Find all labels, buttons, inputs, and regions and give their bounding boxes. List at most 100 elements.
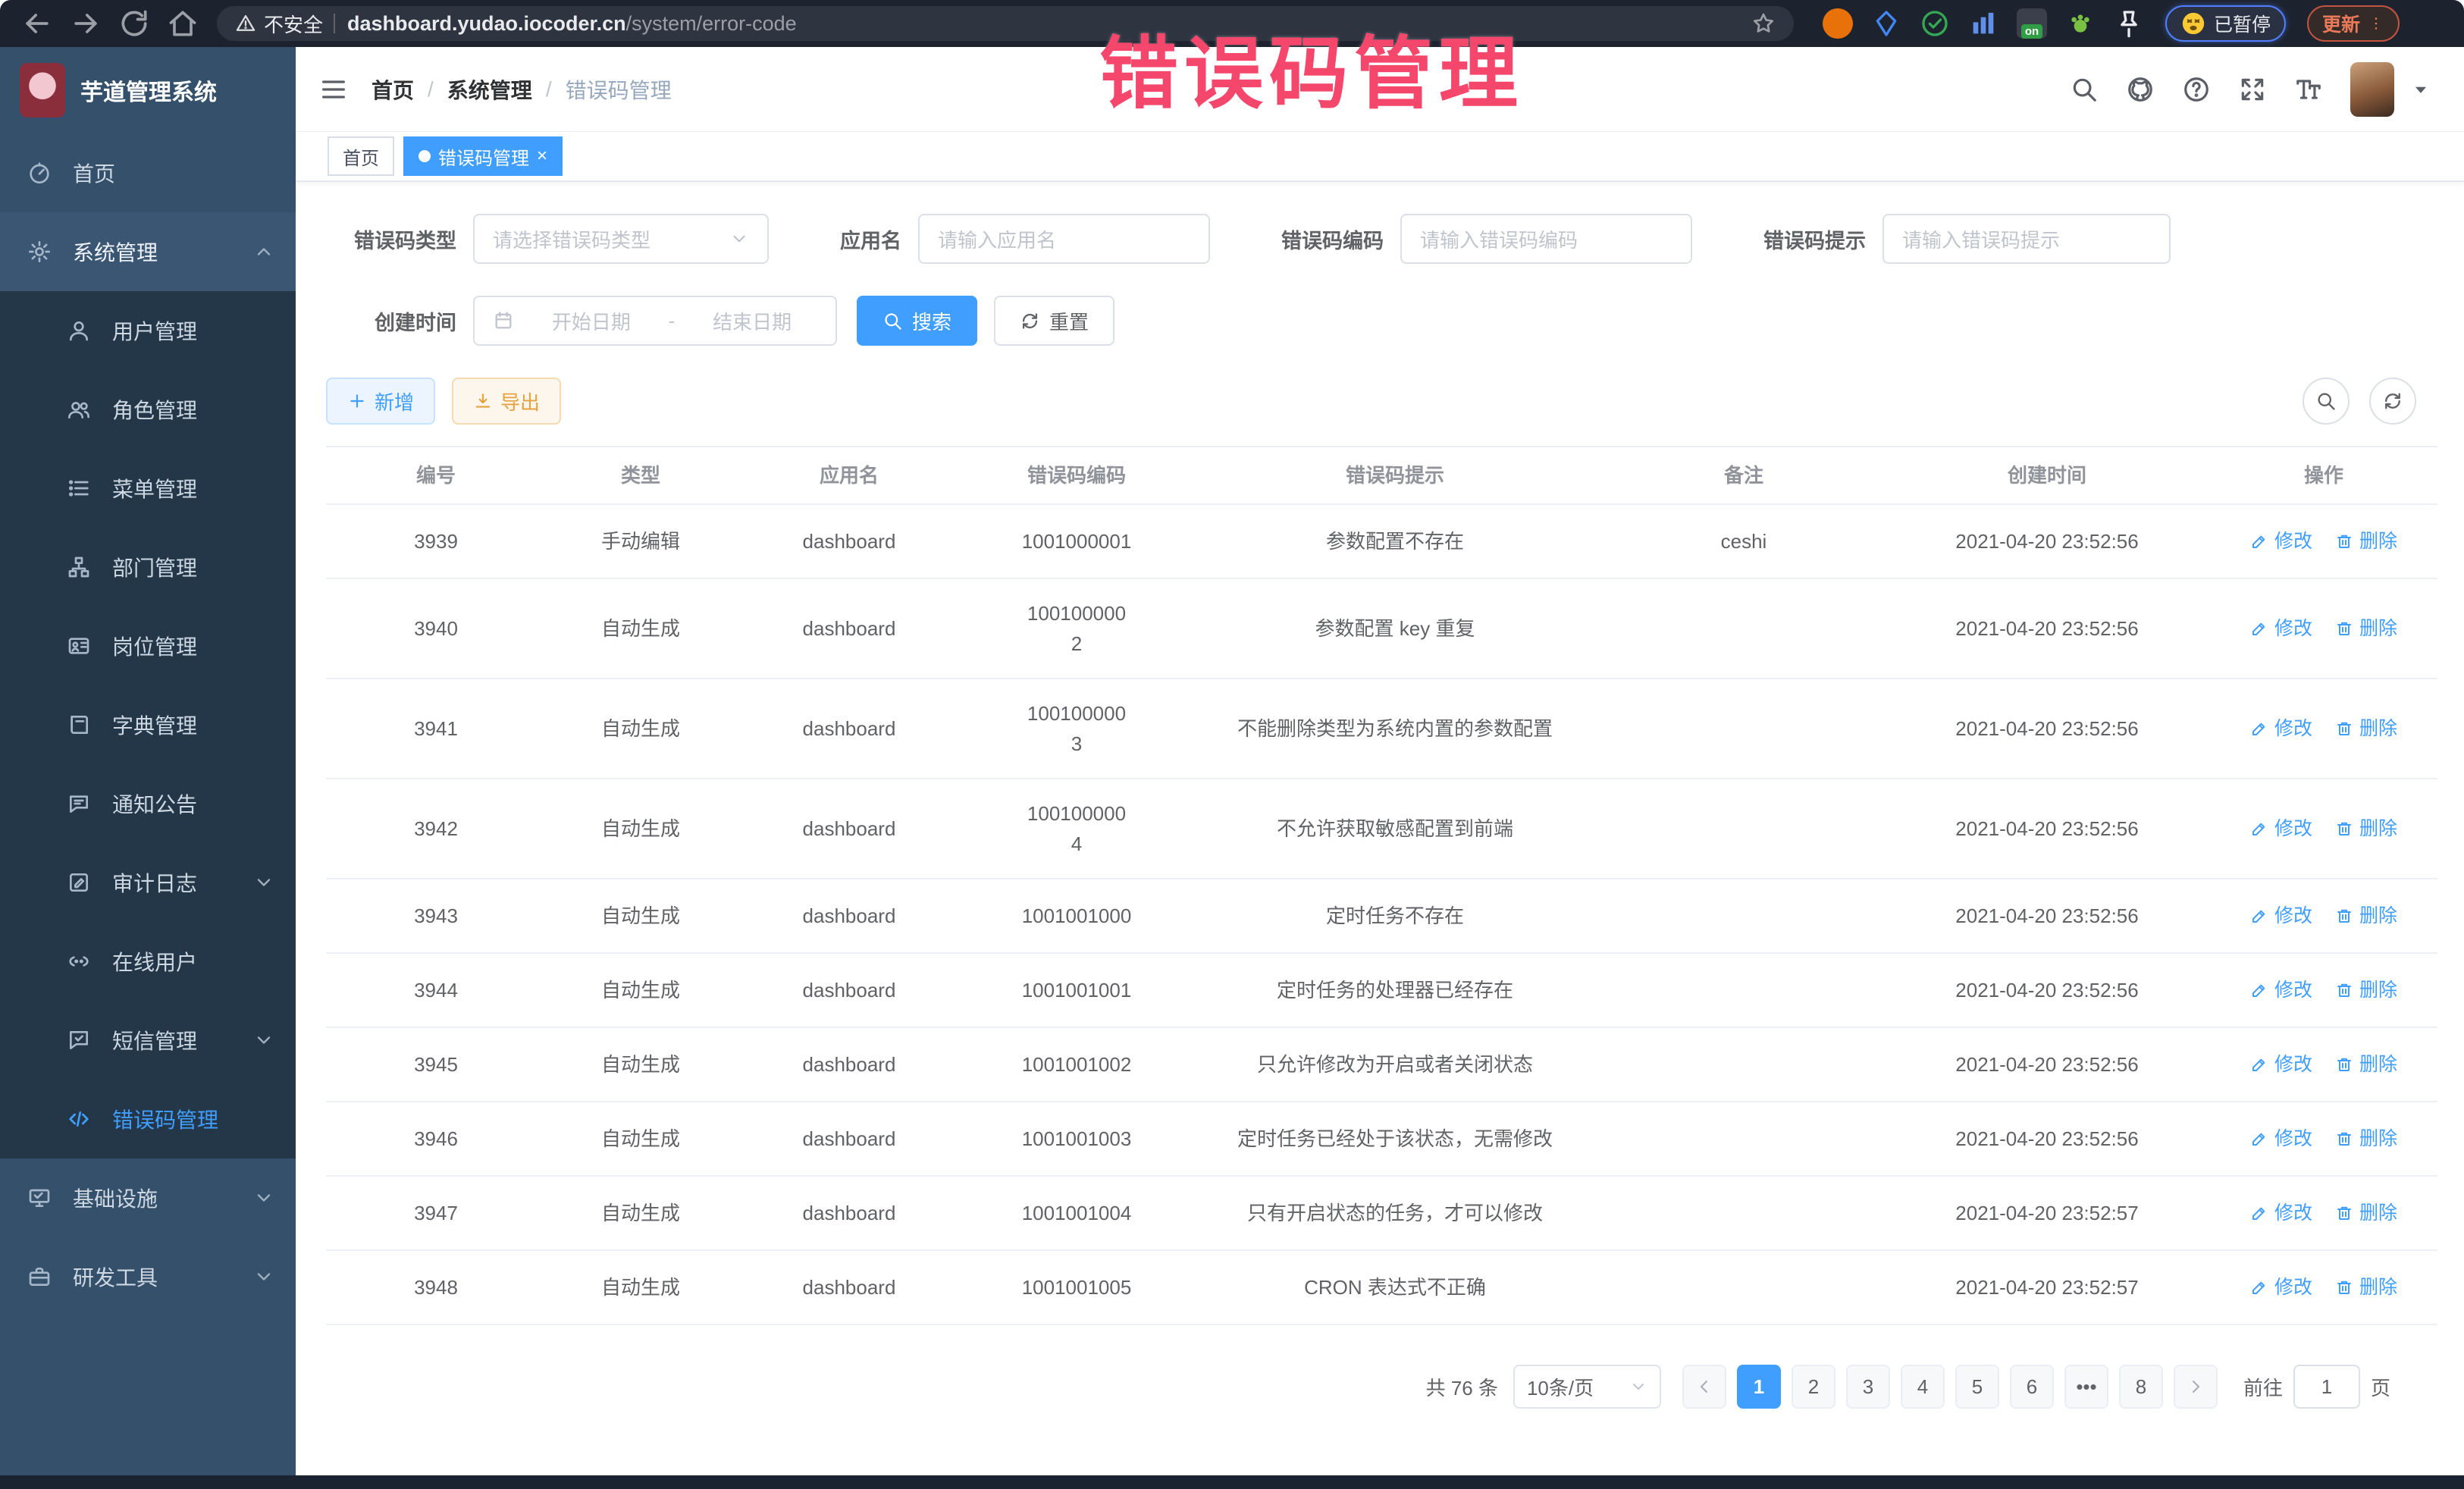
sidebar-item-短信管理[interactable]: 短信管理 xyxy=(0,1001,296,1080)
reset-button[interactable]: 重置 xyxy=(994,296,1114,346)
goto-page-input[interactable] xyxy=(2293,1365,2360,1409)
export-button[interactable]: 导出 xyxy=(452,378,561,425)
sidebar-item-在线用户[interactable]: 在线用户 xyxy=(0,922,296,1001)
security-warning-icon[interactable] xyxy=(235,13,256,34)
page-button-8[interactable]: 8 xyxy=(2119,1365,2163,1409)
delete-link[interactable]: 删除 xyxy=(2335,976,2397,1005)
browser-reload-icon[interactable] xyxy=(114,7,155,40)
delete-link[interactable]: 删除 xyxy=(2335,527,2397,556)
tab-error-code[interactable]: 错误码管理 × xyxy=(403,136,563,176)
tab-close-icon[interactable]: × xyxy=(537,147,547,165)
more-pages-button[interactable]: ••• xyxy=(2064,1365,2108,1409)
table-row[interactable]: 3944自动生成dashboard1001001001定时任务的处理器已经存在2… xyxy=(326,954,2437,1028)
end-date-placeholder[interactable]: 结束日期 xyxy=(687,307,817,335)
prev-page-button[interactable] xyxy=(1682,1365,1726,1409)
next-page-button[interactable] xyxy=(2174,1365,2218,1409)
page-button-1[interactable]: 1 xyxy=(1737,1365,1781,1409)
browser-home-icon[interactable] xyxy=(162,7,203,40)
sidebar-item-字典管理[interactable]: 字典管理 xyxy=(0,685,296,764)
date-range-picker[interactable]: 开始日期 - 结束日期 xyxy=(473,296,837,346)
table-row[interactable]: 3943自动生成dashboard1001001000定时任务不存在2021-0… xyxy=(326,879,2437,954)
security-label[interactable]: 不安全 xyxy=(264,10,323,38)
page-button-3[interactable]: 3 xyxy=(1846,1365,1890,1409)
help-icon[interactable] xyxy=(2182,75,2211,104)
sidebar-item-通知公告[interactable]: 通知公告 xyxy=(0,764,296,843)
ext-orange-circle-icon[interactable] xyxy=(1823,8,1853,39)
edit-link[interactable]: 修改 xyxy=(2250,527,2312,556)
error-code-input[interactable]: 请输入错误码编码 xyxy=(1400,214,1692,264)
fullscreen-icon[interactable] xyxy=(2238,75,2267,104)
edit-link[interactable]: 修改 xyxy=(2250,814,2312,844)
github-icon[interactable] xyxy=(2126,75,2155,104)
delete-link[interactable]: 删除 xyxy=(2335,714,2397,744)
delete-link[interactable]: 删除 xyxy=(2335,1050,2397,1080)
sidebar-item-系统管理[interactable]: 系统管理 xyxy=(0,212,296,291)
page-button-5[interactable]: 5 xyxy=(1955,1365,1999,1409)
edit-link[interactable]: 修改 xyxy=(2250,1124,2312,1154)
delete-link[interactable]: 删除 xyxy=(2335,901,2397,931)
table-row[interactable]: 3946自动生成dashboard1001001003定时任务已经处于该状态，无… xyxy=(326,1102,2437,1177)
sidebar-item-角色管理[interactable]: 角色管理 xyxy=(0,370,296,449)
delete-link[interactable]: 删除 xyxy=(2335,614,2397,644)
browser-menu-icon[interactable] xyxy=(2368,12,2384,35)
edit-link[interactable]: 修改 xyxy=(2250,1199,2312,1228)
search-button[interactable]: 搜索 xyxy=(857,296,977,346)
sidebar-logo[interactable]: 芋道管理系统 xyxy=(0,47,296,133)
page-button-6[interactable]: 6 xyxy=(2010,1365,2054,1409)
ext-blue-bars-icon[interactable] xyxy=(1968,8,1998,39)
ext-green-paw-icon[interactable] xyxy=(2065,8,2096,39)
ext-on-badge-icon[interactable]: on xyxy=(2017,8,2047,39)
address-bar[interactable]: 不安全 dashboard.yudao.iocoder.cn /system/e… xyxy=(217,6,1794,41)
update-button[interactable]: 更新 xyxy=(2307,5,2400,42)
delete-link[interactable]: 删除 xyxy=(2335,1273,2397,1302)
delete-link[interactable]: 删除 xyxy=(2335,1199,2397,1228)
table-row[interactable]: 3947自动生成dashboard1001001004只有开启状态的任务，才可以… xyxy=(326,1177,2437,1251)
error-message-input[interactable]: 请输入错误码提示 xyxy=(1882,214,2171,264)
refresh-table-button[interactable] xyxy=(2369,378,2416,425)
sidebar-item-首页[interactable]: 首页 xyxy=(0,133,296,212)
edit-link[interactable]: 修改 xyxy=(2250,976,2312,1005)
browser-forward-icon[interactable] xyxy=(65,7,106,40)
start-date-placeholder[interactable]: 开始日期 xyxy=(526,307,657,335)
font-size-icon[interactable] xyxy=(2294,75,2323,104)
table-row[interactable]: 3942自动生成dashboard1001000004不允许获取敏感配置到前端2… xyxy=(326,779,2437,879)
page-button-4[interactable]: 4 xyxy=(1901,1365,1945,1409)
sidebar-item-岗位管理[interactable]: 岗位管理 xyxy=(0,607,296,685)
breadcrumb-home[interactable]: 首页 xyxy=(371,74,414,105)
edit-link[interactable]: 修改 xyxy=(2250,1050,2312,1080)
sidebar-item-用户管理[interactable]: 用户管理 xyxy=(0,291,296,370)
error-code-type-select[interactable]: 请选择错误码类型 xyxy=(473,214,769,264)
tab-home[interactable]: 首页 xyxy=(328,136,394,176)
ext-pin-icon[interactable] xyxy=(2114,8,2144,39)
sidebar-item-菜单管理[interactable]: 菜单管理 xyxy=(0,449,296,528)
sidebar-item-错误码管理[interactable]: 错误码管理 xyxy=(0,1080,296,1158)
collapse-sidebar-icon[interactable] xyxy=(318,74,349,105)
add-button[interactable]: 新增 xyxy=(326,378,435,425)
table-row[interactable]: 3948自动生成dashboard1001001005CRON 表达式不正确20… xyxy=(326,1251,2437,1325)
delete-link[interactable]: 删除 xyxy=(2335,1124,2397,1154)
table-row[interactable]: 3945自动生成dashboard1001001002只允许修改为开启或者关闭状… xyxy=(326,1028,2437,1102)
sidebar-item-审计日志[interactable]: 审计日志 xyxy=(0,843,296,922)
edit-link[interactable]: 修改 xyxy=(2250,714,2312,744)
bookmark-star-icon[interactable] xyxy=(1751,11,1776,36)
ext-blue-gem-icon[interactable] xyxy=(1871,8,1901,39)
edit-link[interactable]: 修改 xyxy=(2250,614,2312,644)
app-name-input[interactable]: 请输入应用名 xyxy=(918,214,1210,264)
sidebar-item-研发工具[interactable]: 研发工具 xyxy=(0,1237,296,1316)
avatar-caret-icon[interactable] xyxy=(2411,80,2431,99)
page-size-select[interactable]: 10条/页 xyxy=(1513,1365,1661,1409)
edit-link[interactable]: 修改 xyxy=(2250,901,2312,931)
table-row[interactable]: 3941自动生成dashboard1001000003不能删除类型为系统内置的参… xyxy=(326,679,2437,779)
sidebar-item-部门管理[interactable]: 部门管理 xyxy=(0,528,296,607)
breadcrumb-system[interactable]: 系统管理 xyxy=(447,74,532,105)
show-search-toggle-button[interactable] xyxy=(2303,378,2350,425)
page-button-2[interactable]: 2 xyxy=(1792,1365,1835,1409)
table-row[interactable]: 3939手动编辑dashboard1001000001参数配置不存在ceshi2… xyxy=(326,505,2437,579)
delete-link[interactable]: 删除 xyxy=(2335,814,2397,844)
browser-back-icon[interactable] xyxy=(17,7,58,40)
paused-badge[interactable]: 已暂停 xyxy=(2165,5,2286,42)
table-row[interactable]: 3940自动生成dashboard1001000002参数配置 key 重复20… xyxy=(326,579,2437,679)
sidebar-item-基础设施[interactable]: 基础设施 xyxy=(0,1158,296,1237)
user-avatar[interactable] xyxy=(2350,62,2394,117)
ext-green-check-icon[interactable] xyxy=(1920,8,1950,39)
